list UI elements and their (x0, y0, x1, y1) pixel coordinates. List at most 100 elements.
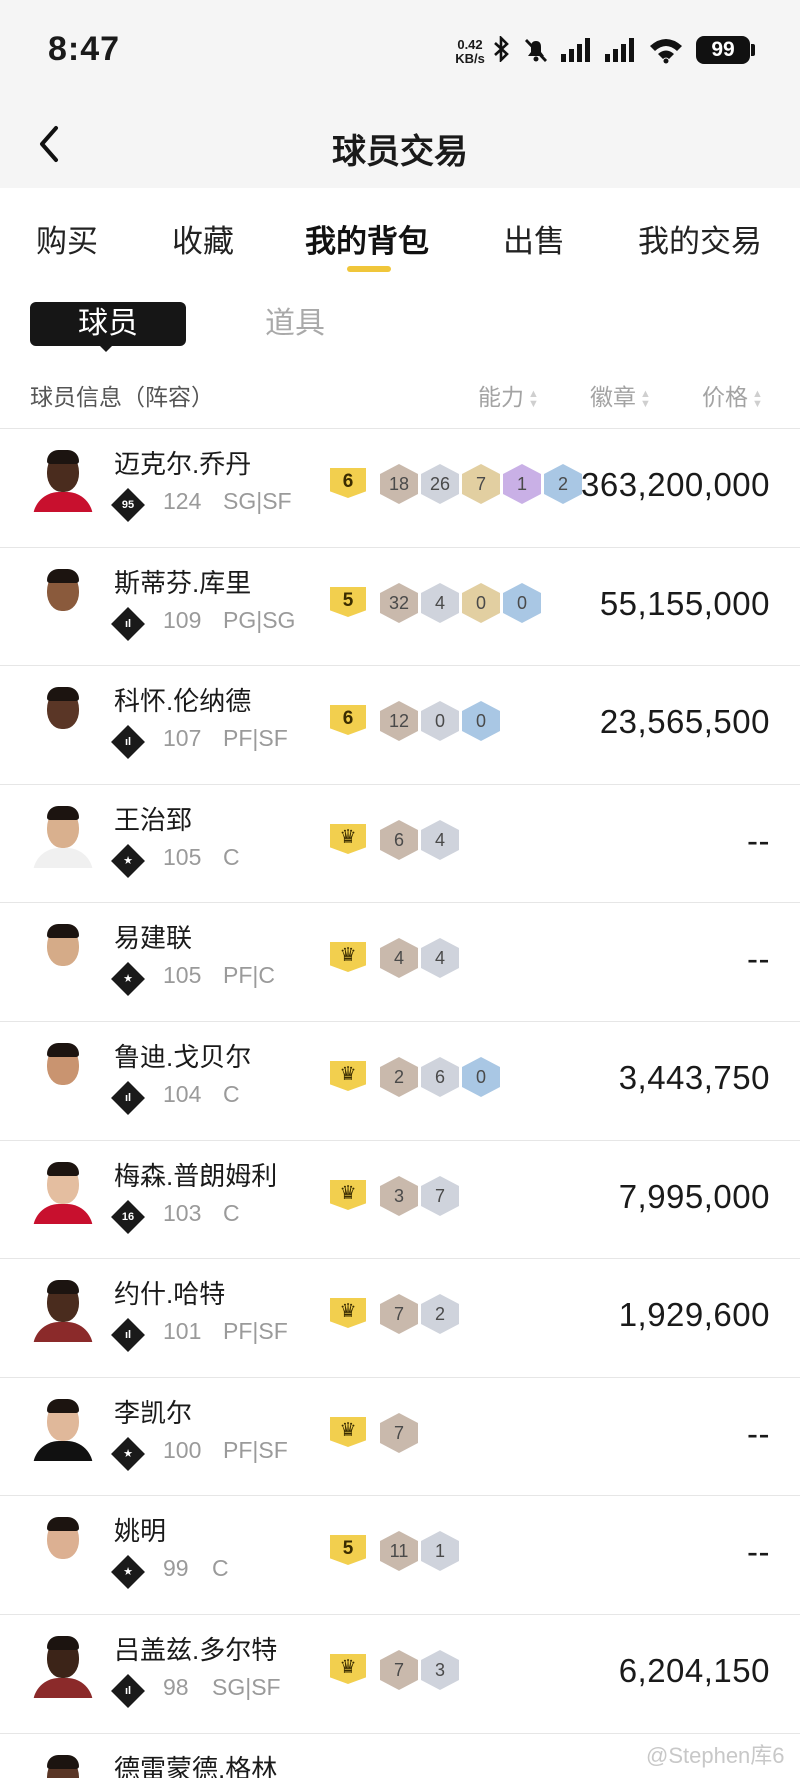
avatar-hair (47, 687, 79, 701)
player-position: SG|SF (212, 1674, 281, 1700)
sort-badges-label: 徽章 (590, 384, 636, 410)
player-rating: 109 (163, 607, 202, 633)
player-position: PF|SF (223, 1437, 288, 1463)
player-avatar (30, 920, 96, 986)
tab-my-backpack[interactable]: 我的背包 (305, 216, 429, 261)
player-price: 55,155,000 (599, 585, 770, 622)
player-position: PG|SG (223, 607, 296, 633)
player-avatar (30, 1513, 96, 1579)
player-name: 姚明 (114, 1516, 167, 1546)
avatar-jersey (33, 611, 93, 631)
badge-purple: 1 (503, 464, 541, 504)
tab-favorites[interactable]: 收藏 (172, 216, 234, 261)
player-position: PF|C (223, 962, 275, 988)
avatar-jersey (33, 729, 93, 749)
column-player-info: 球员信息（阵容） (30, 384, 214, 410)
clock: 8:47 (48, 30, 121, 68)
player-row[interactable]: 迈克尔.乔丹 95 124 SG|SF 6 18 26 7 1 2 363,200,000 (0, 428, 800, 546)
player-price: 1,929,600 (618, 1296, 770, 1333)
avatar-jersey (33, 1085, 93, 1105)
player-name: 梅森.普朗姆利 (114, 1161, 278, 1191)
avatar-jersey (33, 492, 93, 512)
player-row[interactable]: 科怀.伦纳德 ıl 107 PF|SF 6 12 0 0 23,565,500 (0, 665, 800, 783)
badge-gold: 7 (462, 464, 500, 504)
avatar-hair (47, 1755, 79, 1769)
badge-bronze: 12 (380, 701, 418, 741)
player-avatar (30, 683, 96, 749)
lineup-icon-text: ıl (124, 1685, 132, 1697)
badge-silver: 4 (421, 583, 459, 623)
player-row[interactable]: 梅森.普朗姆利 16 103 C ♛ 3 7 7,995,000 (0, 1140, 800, 1258)
player-price: -- (747, 940, 770, 977)
player-row[interactable]: 约什.哈特 ıl 101 PF|SF ♛ 7 2 1,929,600 (0, 1258, 800, 1376)
level-badge: 6 (330, 705, 366, 735)
signal-icon-2 (605, 38, 634, 62)
badge-silver: 7 (421, 1176, 459, 1216)
sort-arrows-icon: ▲ ▼ (640, 387, 651, 410)
lineup-icon-text: 95 (121, 499, 135, 511)
badge-bronze: 11 (380, 1531, 418, 1571)
avatar-hair (47, 1162, 79, 1176)
segment-pointer (98, 344, 114, 352)
player-avatar (30, 802, 96, 868)
player-price: -- (747, 822, 770, 859)
player-avatar (30, 1276, 96, 1342)
segment-players[interactable]: 球员 (30, 302, 186, 346)
badge-silver: 1 (421, 1531, 459, 1571)
player-row[interactable]: 鲁迪.戈贝尔 ıl 104 C ♛ 2 6 0 3,443,750 (0, 1021, 800, 1139)
network-speed: 0.42 KB/s (450, 38, 490, 66)
sort-price[interactable]: 价格 ▲ ▼ (702, 378, 763, 412)
sort-badges[interactable]: 徽章 ▲ ▼ (590, 378, 651, 412)
player-avatar (30, 1632, 96, 1698)
lineup-icon-text: ıl (124, 736, 132, 748)
sort-ability-label: 能力 (478, 384, 524, 410)
player-row[interactable]: 吕盖兹.多尔特 ıl 98 SG|SF ♛ 7 3 6,204,150 (0, 1614, 800, 1732)
player-price: 363,200,000 (580, 466, 770, 503)
player-rating: 98 (163, 1674, 189, 1700)
badge-silver: 6 (421, 1057, 459, 1097)
player-name: 科怀.伦纳德 (114, 686, 252, 716)
player-row[interactable]: 易建联 ★ 105 PF|C ♛ 4 4 -- (0, 902, 800, 1020)
avatar-jersey (33, 1441, 93, 1461)
avatar-hair (47, 1636, 79, 1650)
player-position: C (223, 1200, 240, 1226)
sort-ability[interactable]: 能力 ▲ ▼ (478, 378, 539, 412)
player-name: 约什.哈特 (114, 1279, 226, 1309)
player-rating: 104 (163, 1081, 202, 1107)
lineup-icon-text: 16 (121, 1211, 135, 1223)
lineup-icon-text: ıl (124, 1329, 132, 1341)
avatar-jersey (33, 966, 93, 986)
badge-bronze: 7 (380, 1650, 418, 1690)
level-badge: ♛ (330, 1061, 366, 1091)
avatar-jersey (33, 848, 93, 868)
player-rating: 103 (163, 1200, 202, 1226)
tab-buy[interactable]: 购买 (36, 216, 98, 261)
player-row[interactable]: 姚明 ★ 99 C 5 11 1 -- (0, 1495, 800, 1613)
segment-items[interactable]: 道具 (258, 302, 332, 346)
badge-bronze: 7 (380, 1413, 418, 1453)
player-rating: 105 (163, 844, 202, 870)
player-avatar (30, 1395, 96, 1461)
badge-blue: 0 (503, 583, 541, 623)
player-row[interactable]: 李凯尔 ★ 100 PF|SF ♛ 7 -- (0, 1377, 800, 1495)
wifi-icon (650, 39, 682, 64)
player-rating: 99 (163, 1555, 189, 1581)
avatar-hair (47, 1043, 79, 1057)
page-title: 球员交易 (332, 133, 468, 171)
tab-bar: 购买 收藏 我的背包 出售 我的交易 (0, 188, 800, 282)
player-position: PF|SF (223, 1318, 288, 1344)
player-position: SG|SF (223, 488, 292, 514)
player-row[interactable]: 斯蒂芬.库里 ıl 109 PG|SG 5 32 4 0 0 55,155,000 (0, 547, 800, 665)
player-row[interactable]: 王治郅 ★ 105 C ♛ 6 4 -- (0, 784, 800, 902)
level-badge: ♛ (330, 1180, 366, 1210)
player-price: 23,565,500 (599, 703, 770, 740)
badge-silver: 4 (421, 938, 459, 978)
player-position: PF|SF (223, 725, 288, 751)
avatar-hair (47, 806, 79, 820)
tab-sell[interactable]: 出售 (503, 216, 565, 261)
player-price: 7,995,000 (618, 1178, 770, 1215)
player-position: C (223, 844, 240, 870)
battery-level: 99 (696, 36, 750, 64)
tab-my-trades[interactable]: 我的交易 (638, 216, 762, 261)
badge-silver: 3 (421, 1650, 459, 1690)
